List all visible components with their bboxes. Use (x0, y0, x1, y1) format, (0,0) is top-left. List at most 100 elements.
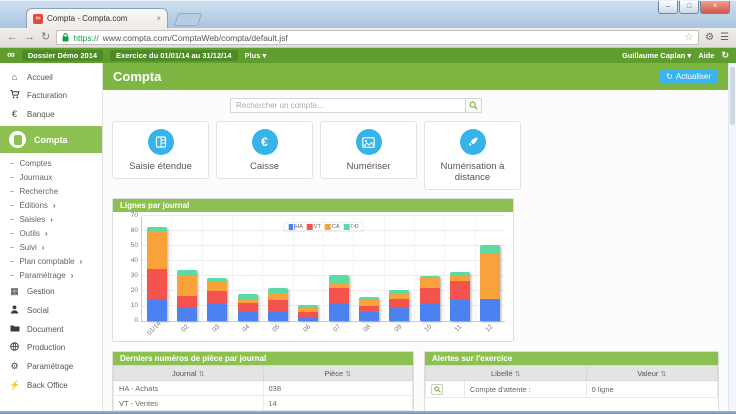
sidebar-item-social[interactable]: Social (0, 301, 102, 320)
chart-panel: Lignes par journal HA VT CA OD 0 10 20 30 40 50 6… (112, 198, 514, 342)
sync-icon[interactable]: ↻ (721, 50, 729, 61)
sidebar-item-production[interactable]: Production (0, 338, 102, 357)
euro-icon: € (11, 109, 17, 119)
account-search (230, 98, 482, 113)
page-scrollbar[interactable] (728, 63, 736, 411)
x-axis-label: 02 (180, 323, 191, 334)
sidebar-subitem-editions[interactable]: – Éditions › (0, 198, 102, 212)
sidebar: ⌂ Accueil Facturation € Banque Compta – C… (0, 63, 103, 411)
stacked-bar (328, 274, 349, 321)
grid-icon: ▦ (10, 286, 19, 296)
window-maximize-button[interactable]: □ (679, 1, 699, 14)
plus-menu[interactable]: Plus ▾ (245, 51, 267, 60)
stacked-bar (177, 270, 197, 321)
browser-titlebar: ∞ Compta - Compta.com × – □ × (0, 0, 736, 28)
new-tab-button[interactable] (173, 13, 203, 26)
card-numeriser[interactable]: Numériser (320, 121, 417, 179)
settings-gear-icon[interactable]: ⚙ (705, 32, 714, 43)
app-logo[interactable]: ∞ (7, 50, 15, 61)
back-icon[interactable]: ← (7, 32, 18, 43)
sidebar-item-accueil[interactable]: ⌂ Accueil (0, 68, 102, 86)
calculator-icon (9, 131, 26, 148)
tab-title: Compta - Compta.com (47, 14, 128, 23)
x-axis-label: 12 (484, 323, 495, 334)
card-caisse[interactable]: € Caisse (216, 121, 313, 179)
sidebar-subitem-suivi[interactable]: – Suivi › (0, 240, 102, 254)
browser-menu-icon[interactable]: ☰ (720, 32, 729, 43)
sidebar-item-compta-active[interactable]: Compta (0, 126, 102, 153)
reload-icon[interactable]: ↻ (41, 32, 50, 43)
sidebar-subitem-parametrage[interactable]: – Paramétrage › (0, 268, 102, 282)
sidebar-subitem-outils[interactable]: – Outils › (0, 226, 102, 240)
sidebar-item-gestion[interactable]: ▦ Gestion (0, 282, 102, 301)
window-minimize-button[interactable]: – (658, 1, 678, 14)
sidebar-item-facturation[interactable]: Facturation (0, 86, 102, 105)
pieces-header-piece[interactable]: Pièce ⇅ (262, 365, 413, 381)
stacked-bar (237, 294, 258, 321)
sidebar-subitem-plan-comptable[interactable]: – Plan comptable › (0, 254, 102, 268)
gear-icon: ⚙ (10, 361, 19, 371)
address-bar[interactable]: https://www.compta.com/ComptaWeb/compta/… (56, 30, 700, 45)
chevron-right-icon: › (50, 214, 53, 224)
alerts-panel: Alertes sur l'exercice Libellé ⇅ Valeur … (424, 351, 719, 411)
browser-tab[interactable]: ∞ Compta - Compta.com × (26, 8, 168, 28)
search-button[interactable] (465, 98, 482, 113)
chevron-right-icon: › (41, 242, 45, 252)
table-row: HA - Achats 038 (113, 380, 413, 396)
sidebar-subitem-comptes[interactable]: – Comptes (0, 156, 102, 170)
sidebar-subitem-recherche[interactable]: – Recherche (0, 184, 102, 198)
sidebar-item-document[interactable]: Document (0, 320, 102, 338)
dash-icon: – (10, 158, 15, 168)
folder-icon (9, 324, 20, 334)
journal-cell: VT - Ventes (113, 395, 264, 411)
sidebar-subitem-journaux[interactable]: – Journaux (0, 170, 102, 184)
alerts-header-valeur[interactable]: Valeur ⇅ (585, 365, 719, 381)
chevron-right-icon: › (70, 270, 74, 280)
forward-icon[interactable]: → (24, 32, 35, 43)
app-navbar: ∞ Dossier Démo 2014 Exercice du 01/01/14… (0, 48, 736, 63)
bookmark-star-icon[interactable]: ☆ (684, 32, 693, 43)
rocket-icon (459, 129, 486, 155)
x-axis-label: 11 (453, 323, 464, 334)
dash-icon: – (10, 270, 15, 280)
user-menu[interactable]: Guillaume Caplan ▾ (622, 51, 691, 60)
stacked-bar (268, 288, 288, 321)
exercice-button[interactable]: Exercice du 01/01/14 au 31/12/14 (110, 50, 238, 61)
view-alert-button[interactable] (431, 383, 443, 395)
tab-close-icon[interactable]: × (156, 14, 161, 23)
bolt-icon: ⚡ (9, 380, 21, 390)
card-numerisation-distance[interactable]: Numérisation à distance (424, 121, 521, 190)
pieces-panel: Derniers numéros de pièce par journal Jo… (112, 351, 414, 411)
url-scheme: https:// (73, 32, 99, 43)
dash-icon: – (10, 228, 15, 238)
search-input[interactable] (230, 98, 465, 113)
sidebar-subitem-saisies[interactable]: – Saisies › (0, 212, 102, 226)
alerts-header-libelle[interactable]: Libellé ⇅ (425, 365, 587, 381)
chevron-down-icon: ▾ (262, 51, 267, 60)
sort-icon: ⇅ (660, 370, 667, 378)
sidebar-item-banque[interactable]: € Banque (0, 105, 102, 123)
dossier-button[interactable]: Dossier Démo 2014 (21, 50, 104, 61)
chevron-right-icon: › (52, 200, 56, 210)
stacked-bar (419, 276, 440, 321)
sidebar-item-parametrage[interactable]: ⚙ Paramétrage (0, 357, 102, 376)
help-link[interactable]: Aide (698, 51, 714, 60)
x-axis-label: 01/14 (146, 320, 163, 337)
dash-icon: – (10, 172, 15, 182)
window-close-button[interactable]: × (700, 1, 730, 14)
actualiser-button[interactable]: ↻ Actualiser (659, 69, 718, 84)
x-axis-label: 10 (423, 323, 434, 334)
favicon: ∞ (33, 13, 43, 24)
x-axis-label: 06 (302, 323, 313, 334)
scrollbar-thumb[interactable] (730, 67, 735, 125)
stacked-bar (480, 244, 501, 321)
chart-plot: HA VT CA OD 0 10 20 30 40 50 60 70 (131, 212, 505, 324)
pieces-header-journal[interactable]: Journal ⇅ (113, 365, 264, 381)
dash-icon: – (10, 256, 15, 266)
dash-icon: – (10, 242, 15, 252)
journal-cell: HA - Achats (113, 380, 264, 396)
alerts-panel-title: Alertes sur l'exercice (425, 352, 718, 365)
card-saisie-etendue[interactable]: Saisie étendue (112, 121, 209, 179)
sidebar-item-back-office[interactable]: ⚡ Back Office (0, 376, 102, 395)
x-axis-label: 09 (393, 323, 404, 334)
